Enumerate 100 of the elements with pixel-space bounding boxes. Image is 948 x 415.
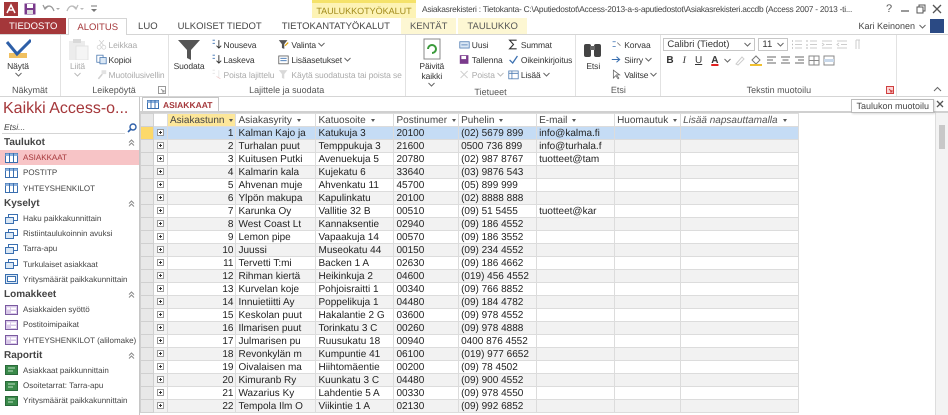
nav-item[interactable]: YHTEYSHENKILOT <box>0 180 139 196</box>
nav-item[interactable]: Postitoimipaikat <box>0 317 139 332</box>
numbered-list-icon[interactable] <box>806 39 818 50</box>
expand-icon[interactable] <box>157 376 164 382</box>
expand-icon[interactable] <box>157 284 164 292</box>
column-header[interactable]: Puhelin <box>458 114 537 126</box>
ribbon-button[interactable]: Päivitä kaikki <box>408 38 456 87</box>
ribbon-button[interactable]: Suodata <box>170 38 208 71</box>
expand-icon[interactable] <box>157 128 164 136</box>
ribbon-tab[interactable]: TIEDOSTO <box>0 18 66 34</box>
vertical-scrollbar[interactable] <box>935 113 948 415</box>
italic-button[interactable]: I <box>680 55 689 66</box>
collapse-group-icon[interactable] <box>128 290 135 298</box>
ribbon-button[interactable]: Kopioi <box>94 53 166 66</box>
column-header[interactable]: E-mail <box>536 114 615 126</box>
column-header[interactable]: Katuosoite <box>316 114 394 126</box>
collapse-ribbon-icon[interactable] <box>933 86 942 92</box>
ribbon-button[interactable]: Nouseva <box>210 38 276 51</box>
ribbon-button[interactable]: Oikeinkirjoitus <box>506 53 574 66</box>
nav-item[interactable]: Tarra-apu <box>0 241 139 256</box>
alternate-row-color-icon[interactable] <box>823 55 836 66</box>
expand-icon[interactable] <box>157 206 164 214</box>
ribbon-button[interactable]: Etsi <box>578 38 608 71</box>
close-icon[interactable] <box>936 100 944 108</box>
ribbon-button[interactable]: Korvaa <box>610 38 658 51</box>
ribbon-tab[interactable]: ALOITUS <box>68 18 128 35</box>
expand-icon[interactable] <box>157 272 164 278</box>
search-field[interactable]: Etsi... <box>2 121 125 134</box>
collapse-group-icon[interactable] <box>128 139 135 146</box>
expand-icon[interactable] <box>157 402 164 408</box>
ribbon-tab[interactable]: KENTÄT <box>400 18 456 34</box>
font-color-button[interactable]: A <box>708 55 722 66</box>
nav-item[interactable]: Yritysmäärät paikkakunnittain <box>0 272 139 287</box>
nav-item[interactable]: Ristiintaulukoinnin avuksi <box>0 226 139 242</box>
restore-icon[interactable] <box>914 3 928 15</box>
column-header[interactable]: Lisää napsauttamalla <box>680 114 799 126</box>
nav-item[interactable]: Turkulaiset asiakkaat <box>0 256 139 272</box>
nav-group-header[interactable]: Raportit <box>4 350 42 361</box>
column-header[interactable]: Postinumer <box>394 114 459 126</box>
search-icon[interactable] <box>127 122 137 132</box>
expand-icon[interactable] <box>157 298 164 304</box>
nav-item[interactable]: YHTEYSHENKILOT (alilomake) <box>0 332 139 348</box>
nav-item[interactable]: POSTITP <box>0 165 139 181</box>
navigation-pane-title[interactable]: Kaikki Access-o... <box>3 100 128 118</box>
expand-icon[interactable] <box>157 324 164 330</box>
dialog-launcher-icon[interactable] <box>886 86 894 94</box>
ribbon-button[interactable]: Uusi <box>458 38 505 51</box>
nav-group-header[interactable]: Kyselyt <box>4 198 40 209</box>
nav-group-header[interactable]: Lomakkeet <box>4 288 56 300</box>
expand-icon[interactable] <box>157 258 164 266</box>
ribbon-tab[interactable]: TIETOKANTATYÖKALUT <box>272 18 399 34</box>
column-header[interactable]: Asiakastunn <box>168 114 236 126</box>
ribbon-button[interactable]: Tallenna <box>458 53 505 66</box>
ribbon-button[interactable]: Valinta <box>277 38 403 51</box>
user-name[interactable]: Kari Keinonen <box>858 21 915 31</box>
document-tab[interactable]: ASIAKKAAT <box>142 97 220 111</box>
nav-item[interactable]: Haku paikkakunnittain <box>0 210 139 226</box>
nav-group-header[interactable]: Taulukot <box>4 137 45 148</box>
bullet-list-icon[interactable] <box>791 39 804 50</box>
align-center-icon[interactable] <box>780 55 792 66</box>
expand-icon[interactable] <box>157 388 164 396</box>
ribbon-tab[interactable]: ULKOISET TIEDOT <box>168 18 271 34</box>
save-icon[interactable] <box>24 3 36 15</box>
close-icon[interactable] <box>930 3 944 15</box>
app-icon[interactable] <box>4 2 18 16</box>
expand-icon[interactable] <box>157 232 164 240</box>
nav-item[interactable]: Yritysmäärät paikkakunnittain <box>0 393 139 408</box>
font-name-field[interactable]: Calibri (Tiedot) <box>663 38 756 51</box>
help-button[interactable]: ? <box>882 3 896 15</box>
ribbon-tab[interactable]: LUO <box>129 18 167 34</box>
ribbon-tab[interactable]: TAULUKKO <box>458 18 527 34</box>
ribbon-button[interactable]: Näytä <box>2 38 34 77</box>
nav-item[interactable]: Osoitetarrat: Tarra-apu <box>0 378 139 394</box>
gridlines-icon[interactable] <box>808 55 820 66</box>
nav-item[interactable]: ASIAKKAAT <box>0 150 139 166</box>
collapse-group-icon[interactable] <box>128 352 135 359</box>
nav-item[interactable]: Asiakkaiden syöttö <box>0 302 139 318</box>
expand-icon[interactable] <box>157 310 164 318</box>
expand-icon[interactable] <box>157 362 164 370</box>
expand-icon[interactable] <box>157 336 164 344</box>
collapse-group-icon[interactable] <box>128 200 135 207</box>
expand-icon[interactable] <box>157 246 164 252</box>
column-header[interactable]: Huomautuk <box>614 114 681 126</box>
fill-bucket-icon[interactable] <box>749 55 764 66</box>
customize-menu-icon[interactable] <box>90 5 98 13</box>
bold-button[interactable]: B <box>663 55 677 66</box>
expand-icon[interactable] <box>157 350 164 356</box>
ribbon-button[interactable]: Lisää <box>506 68 574 81</box>
expand-icon[interactable] <box>157 154 164 162</box>
expand-icon[interactable] <box>157 180 164 188</box>
ribbon-button[interactable]: Laskeva <box>210 53 276 66</box>
ribbon-button[interactable]: Valitse <box>610 68 658 81</box>
expand-icon[interactable] <box>157 142 164 148</box>
expand-icon[interactable] <box>157 194 164 200</box>
font-size-field[interactable]: 11 <box>758 38 788 51</box>
expand-icon[interactable] <box>157 168 164 174</box>
nav-item[interactable]: Asiakkaat paikkunnittain <box>0 362 139 378</box>
ribbon-button[interactable]: Summat <box>506 38 574 51</box>
column-header[interactable]: Asiakasyrity <box>236 114 316 126</box>
align-left-icon[interactable] <box>766 55 778 66</box>
